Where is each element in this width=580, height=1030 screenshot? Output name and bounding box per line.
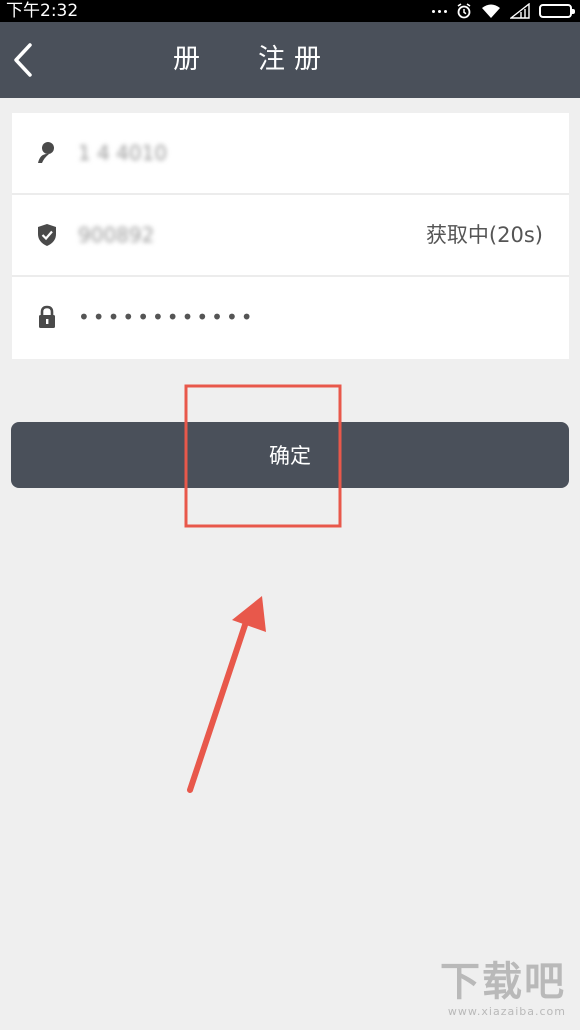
code-countdown-button[interactable]: 获取中(20s) xyxy=(426,219,543,251)
alarm-icon xyxy=(457,3,471,19)
page-title: 注册 xyxy=(258,44,330,75)
watermark: 下载吧 www.xiazaiba.com xyxy=(440,959,566,1018)
lock-icon xyxy=(39,305,55,328)
status-icons xyxy=(432,2,575,20)
status-bar: 下午2:32 xyxy=(0,0,580,22)
watermark-url: www.xiazaiba.com xyxy=(447,1005,566,1018)
phone-input[interactable] xyxy=(78,137,408,169)
code-row: 获取中(20s) xyxy=(12,195,569,277)
status-time: 下午2:32 xyxy=(6,1,79,21)
watermark-logo: 下载吧 xyxy=(440,959,566,1005)
nav-bar: 册 注册 xyxy=(0,22,580,98)
password-input[interactable] xyxy=(78,301,408,333)
password-row xyxy=(12,277,569,359)
user-icon xyxy=(38,142,54,163)
nav-title-fragment: 册 xyxy=(173,44,200,75)
back-button[interactable] xyxy=(6,36,42,84)
arrow-head xyxy=(232,596,266,632)
arrow-shaft xyxy=(187,619,249,793)
register-form: 获取中(20s) xyxy=(12,113,569,359)
shield-icon xyxy=(38,224,56,246)
wifi-icon xyxy=(482,4,500,18)
signal-icon xyxy=(510,3,530,19)
chevron-left-icon xyxy=(14,43,32,77)
more-dots-icon xyxy=(432,9,447,13)
verification-code-input[interactable] xyxy=(78,219,408,251)
confirm-button[interactable]: 确定 xyxy=(11,422,569,488)
phone-row xyxy=(12,113,569,195)
battery-icon xyxy=(539,4,575,18)
